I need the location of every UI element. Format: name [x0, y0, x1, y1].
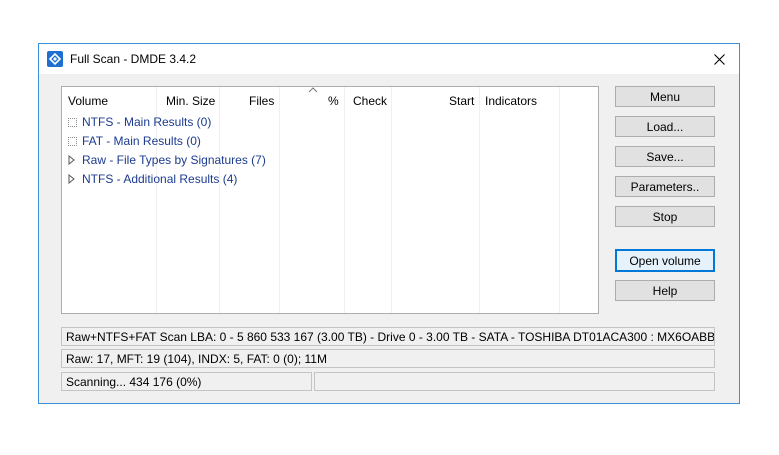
help-button[interactable]: Help: [615, 280, 715, 301]
parameters-button[interactable]: Parameters..: [615, 176, 715, 197]
column-separator: [344, 87, 345, 313]
list-item-label: FAT - Main Results (0): [82, 134, 201, 148]
scan-results-list[interactable]: Volume Min. Size Files % Check Start Ind…: [61, 86, 599, 314]
list-item-label: NTFS - Main Results (0): [82, 115, 212, 129]
column-header-percent[interactable]: %: [328, 94, 339, 108]
load-button[interactable]: Load...: [615, 116, 715, 137]
column-separator: [479, 87, 480, 313]
open-volume-button[interactable]: Open volume: [615, 249, 715, 272]
column-header-volume[interactable]: Volume: [68, 94, 108, 108]
scan-info-status: Raw+NTFS+FAT Scan LBA: 0 - 5 860 533 167…: [61, 327, 715, 346]
list-item[interactable]: NTFS - Main Results (0): [68, 113, 211, 131]
menu-button[interactable]: Menu: [615, 86, 715, 107]
checkbox[interactable]: [68, 117, 77, 127]
column-header-start[interactable]: Start: [449, 94, 474, 108]
column-header-indicators[interactable]: Indicators: [485, 94, 537, 108]
list-item[interactable]: Raw - File Types by Signatures (7): [68, 151, 266, 169]
progress-status: Scanning... 434 176 (0%): [61, 372, 312, 391]
dmde-window: Full Scan - DMDE 3.4.2 Volume Min. Size …: [38, 43, 740, 404]
sort-ascending-icon: [308, 87, 318, 93]
list-item[interactable]: NTFS - Additional Results (4): [68, 170, 237, 188]
list-item-label: Raw - File Types by Signatures (7): [82, 153, 266, 167]
counts-status: Raw: 17, MFT: 19 (104), INDX: 5, FAT: 0 …: [61, 349, 715, 368]
window-title: Full Scan - DMDE 3.4.2: [70, 52, 197, 66]
column-separator: [279, 87, 280, 313]
expand-arrow-icon[interactable]: [68, 174, 77, 184]
expand-arrow-icon[interactable]: [68, 155, 77, 165]
list-item-label: NTFS - Additional Results (4): [82, 172, 238, 186]
dmde-app-icon: [47, 51, 63, 67]
list-item[interactable]: FAT - Main Results (0): [68, 132, 201, 150]
column-header-files[interactable]: Files: [249, 94, 274, 108]
save-button[interactable]: Save...: [615, 146, 715, 167]
column-header-check[interactable]: Check: [353, 94, 387, 108]
column-separator: [559, 87, 560, 313]
column-separator: [391, 87, 392, 313]
progress-bar: [314, 372, 715, 391]
close-icon: [713, 53, 725, 65]
title-bar[interactable]: Full Scan - DMDE 3.4.2: [39, 44, 739, 74]
column-header-min-size[interactable]: Min. Size: [166, 94, 215, 108]
close-button[interactable]: [699, 44, 739, 74]
column-separator: [219, 87, 220, 313]
stop-button[interactable]: Stop: [615, 206, 715, 227]
checkbox[interactable]: [68, 136, 77, 146]
